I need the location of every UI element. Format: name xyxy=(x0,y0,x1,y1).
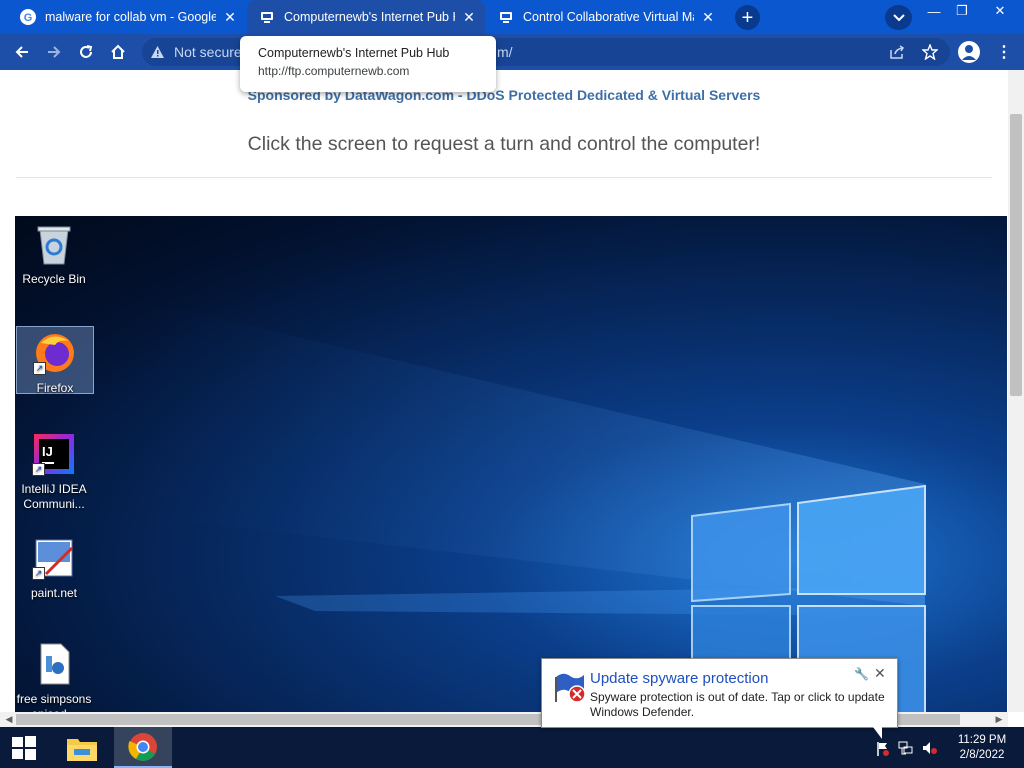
home-button[interactable] xyxy=(104,38,132,66)
forward-button[interactable] xyxy=(40,38,68,66)
desktop-icon-label: IntelliJ IDEA Communi... xyxy=(21,482,87,511)
url-fragment: m/ xyxy=(497,44,513,60)
notification-pointer xyxy=(873,727,882,739)
taskbar-file-explorer[interactable] xyxy=(58,727,106,768)
settings-wrench-icon[interactable]: 🔧 xyxy=(854,667,869,681)
security-label: Not secure xyxy=(174,44,242,60)
tab-google-search[interactable]: G malware for collab vm - Google S ✕ xyxy=(8,0,246,34)
shortcut-arrow-icon: ↗ xyxy=(33,362,46,375)
notification-body: Spyware protection is out of date. Tap o… xyxy=(590,690,885,719)
new-tab-button[interactable]: + xyxy=(735,5,760,30)
close-tab-icon[interactable]: ✕ xyxy=(698,7,718,27)
bookmark-star-icon[interactable] xyxy=(922,44,938,60)
intellij-icon: IJ ↗ xyxy=(32,432,76,476)
reload-button[interactable] xyxy=(72,38,100,66)
share-icon[interactable] xyxy=(889,45,905,59)
tab-hover-tooltip: Computernewb's Internet Pub Hub http://f… xyxy=(240,36,496,92)
network-icon[interactable] xyxy=(898,741,914,755)
shortcut-arrow-icon: ↗ xyxy=(32,463,45,476)
google-icon: G xyxy=(20,9,36,25)
tab-title: malware for collab vm - Google S xyxy=(45,10,216,24)
chevron-down-icon xyxy=(892,13,905,21)
computernewb-icon xyxy=(500,12,512,23)
clock-time: 11:29 PM xyxy=(957,734,1007,746)
restore-icon: ❐ xyxy=(956,3,968,18)
home-icon xyxy=(111,44,125,59)
scroll-left-icon[interactable]: ◀ xyxy=(2,712,16,727)
close-icon[interactable]: ✕ xyxy=(874,665,886,682)
defender-notification[interactable]: Update spyware protection Spyware protec… xyxy=(541,658,898,728)
tab-computernewb-pub-hub[interactable]: Computernewb's Internet Pub Hu ✕ xyxy=(247,0,485,34)
desktop-icon-intellij[interactable]: IJ ↗ IntelliJ IDEA Communi... xyxy=(15,432,93,512)
page-instruction: Click the screen to request a turn and c… xyxy=(247,133,761,155)
action-center-flag-icon[interactable] xyxy=(876,741,890,757)
svg-text:G: G xyxy=(24,12,33,24)
close-tab-icon[interactable]: ✕ xyxy=(220,7,240,27)
back-button[interactable] xyxy=(8,38,36,66)
firefox-icon: ↗ xyxy=(33,331,77,375)
desktop-icon-paint-net[interactable]: ↗ paint.net xyxy=(15,536,93,601)
start-icon xyxy=(12,735,36,760)
recycle-bin-icon xyxy=(32,222,76,266)
tooltip-title: Computernewb's Internet Pub Hub xyxy=(258,46,450,60)
paint-net-icon: ↗ xyxy=(32,536,76,580)
forward-arrow-icon xyxy=(48,46,61,58)
tab-title: Computernewb's Internet Pub Hu xyxy=(284,10,455,24)
vertical-scroll-thumb[interactable] xyxy=(1010,114,1022,396)
tab-title: Control Collaborative Virtual Ma xyxy=(523,10,694,24)
desktop-icon-label: Firefox xyxy=(36,381,74,395)
restore-button[interactable]: ❐ xyxy=(944,0,980,22)
person-icon xyxy=(962,45,976,60)
tab-search-button[interactable] xyxy=(885,5,912,30)
desktop-icon-firefox[interactable]: ↗ Firefox xyxy=(16,326,94,395)
windows-defender-alert-icon xyxy=(555,673,586,703)
scroll-right-icon[interactable]: ▶ xyxy=(992,712,1006,727)
tab-control-collaborative-vm[interactable]: Control Collaborative Virtual Ma ✕ xyxy=(486,0,724,34)
shortcut-arrow-icon: ↗ xyxy=(32,567,45,580)
file-explorer-icon xyxy=(67,738,97,761)
divider xyxy=(16,177,992,178)
clock-date: 2/8/2022 xyxy=(959,749,1005,761)
start-button[interactable] xyxy=(0,727,48,768)
close-icon: ✕ xyxy=(994,3,1006,18)
computernewb-icon xyxy=(261,12,273,23)
chrome-icon xyxy=(128,732,157,761)
taskbar-clock[interactable]: 11:29 PM 2/8/2022 xyxy=(950,733,1014,763)
menu-kebab-icon[interactable]: ⋮ xyxy=(996,42,1012,62)
profile-avatar[interactable] xyxy=(958,41,980,63)
media-file-icon xyxy=(32,642,76,686)
close-window-button[interactable]: ✕ xyxy=(980,0,1020,22)
minimize-icon: — xyxy=(927,3,941,19)
plus-icon: + xyxy=(741,6,754,29)
close-tab-icon[interactable]: ✕ xyxy=(459,7,479,27)
desktop-icon-recycle-bin[interactable]: Recycle Bin xyxy=(15,222,93,287)
desktop-icon-label: Recycle Bin xyxy=(22,272,86,286)
tooltip-url: http://ftp.computernewb.com xyxy=(258,64,410,78)
warning-icon[interactable] xyxy=(150,45,165,59)
volume-muted-icon[interactable] xyxy=(922,741,938,755)
taskbar-chrome[interactable] xyxy=(114,727,172,768)
notification-title: Update spyware protection xyxy=(590,670,769,687)
reload-icon xyxy=(80,45,93,58)
back-arrow-icon xyxy=(15,46,28,58)
sponsor-link[interactable]: Sponsored by DataWagon.com - DDoS Protec… xyxy=(0,87,1008,103)
desktop-icon-media-file[interactable]: free simpsons episod... xyxy=(15,642,93,722)
svg-text:IJ: IJ xyxy=(42,444,53,459)
desktop-icon-label: paint.net xyxy=(30,586,78,600)
